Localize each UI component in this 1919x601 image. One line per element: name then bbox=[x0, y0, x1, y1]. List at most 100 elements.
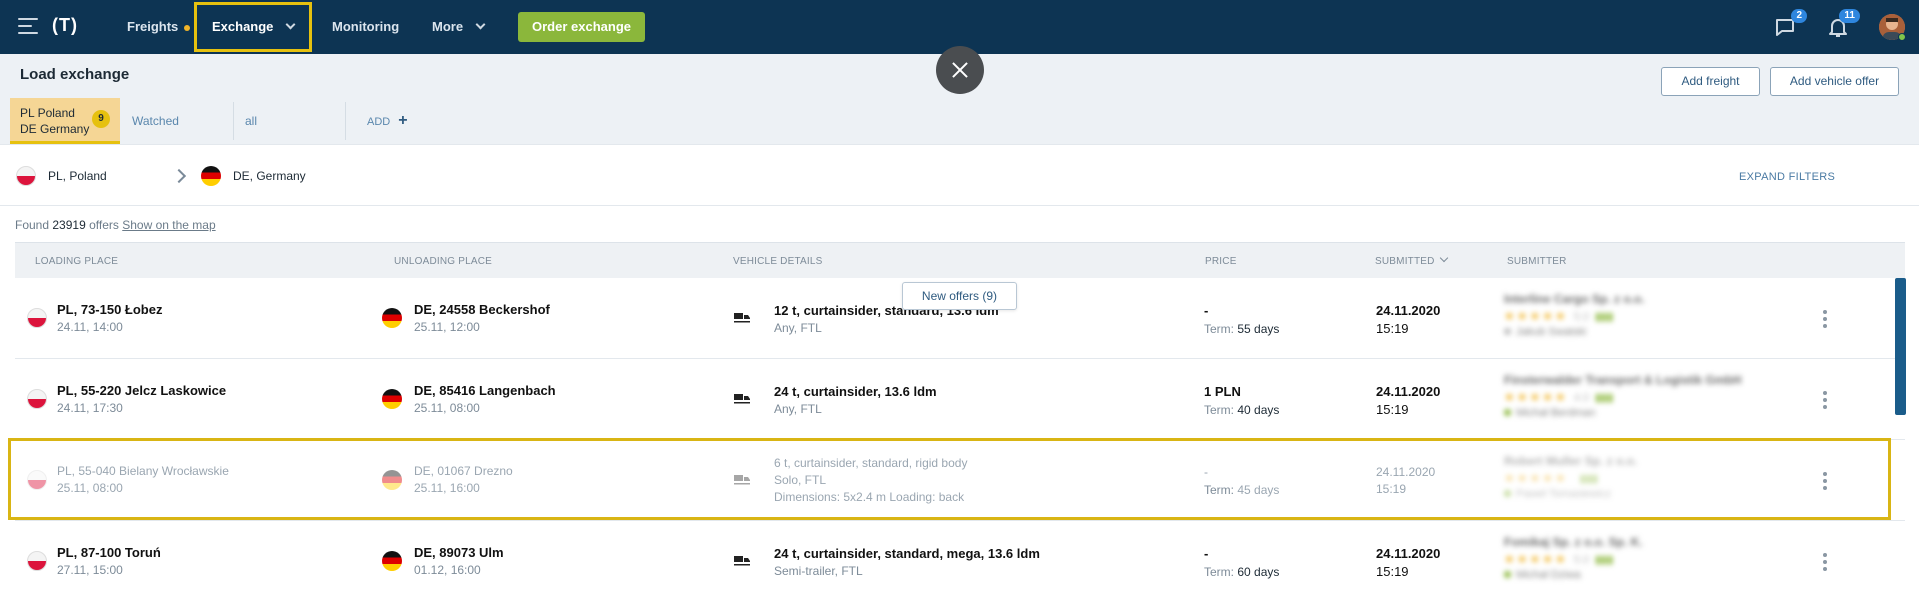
loading-place: PL, 55-220 Jelcz Laskowice bbox=[57, 383, 227, 398]
col-submitted-label: SUBMITTED bbox=[1375, 256, 1435, 267]
loading-date: 24.11, 14:00 bbox=[57, 320, 123, 334]
close-icon[interactable] bbox=[936, 46, 984, 94]
germany-flag-icon bbox=[382, 389, 402, 409]
submitted-date: 24.11.2020 bbox=[1376, 546, 1441, 561]
notification-dot bbox=[184, 24, 191, 31]
tab-pl-de[interactable]: PL Poland DE Germany 9 bbox=[10, 98, 120, 144]
more-vertical-icon[interactable] bbox=[1823, 310, 1827, 328]
show-on-map-link[interactable]: Show on the map bbox=[122, 218, 215, 232]
nav-monitoring[interactable]: Monitoring bbox=[332, 0, 399, 54]
loading-date: 27.11, 15:00 bbox=[57, 563, 123, 577]
tab-all[interactable]: all bbox=[245, 98, 257, 144]
submitter-person-name: Paweł Tomasiewicz bbox=[1516, 488, 1612, 500]
term-value: 55 days bbox=[1237, 322, 1280, 336]
submitter-company: Finsterwalder Transport & Logistik GmbH bbox=[1504, 373, 1742, 387]
loading-place: PL, 87-100 Toruń bbox=[57, 545, 161, 560]
scrollbar[interactable] bbox=[1895, 278, 1906, 415]
results-count: Found 23919 offers Show on the map bbox=[15, 218, 216, 232]
add-freight-button[interactable]: Add freight bbox=[1661, 67, 1760, 96]
unloading-place: DE, 89073 Ulm bbox=[414, 545, 504, 560]
submitter-person: Michał Dziwa bbox=[1504, 569, 1643, 581]
messages-icon[interactable]: 2 bbox=[1773, 9, 1807, 39]
submitter-info[interactable]: Robert Muller Sp. z o.o. ★★★★★ ▮▮▮ Paweł … bbox=[1504, 454, 1637, 500]
rating-stars: ★★★★★ 4.0 ▮▮▮ bbox=[1504, 390, 1614, 404]
price: - bbox=[1204, 546, 1209, 561]
submitted-time: 15:19 bbox=[1376, 482, 1407, 496]
filter-to[interactable]: DE, Germany bbox=[233, 169, 306, 183]
nav-exchange[interactable]: Exchange bbox=[194, 2, 312, 52]
vehicle-sub: Any, FTL bbox=[774, 321, 822, 335]
found-suffix: offers bbox=[89, 218, 119, 232]
nav-freights[interactable]: Freights bbox=[127, 0, 191, 54]
nav-monitoring-label: Monitoring bbox=[332, 19, 400, 34]
price: 1 PLN bbox=[1204, 384, 1241, 399]
arrow-right-icon bbox=[171, 168, 187, 184]
loading-date: 24.11, 17:30 bbox=[57, 401, 123, 415]
filter-from[interactable]: PL, Poland bbox=[48, 169, 107, 183]
tab-watched[interactable]: Watched bbox=[132, 98, 179, 144]
germany-flag-icon bbox=[201, 166, 221, 186]
submitted-time: 15:19 bbox=[1376, 321, 1409, 336]
nav-more[interactable]: More bbox=[432, 0, 486, 54]
term-value: 40 days bbox=[1237, 403, 1280, 417]
truck-icon bbox=[733, 472, 751, 486]
submitter-company: Robert Muller Sp. z o.o. bbox=[1504, 454, 1638, 468]
term-value: 60 days bbox=[1237, 565, 1280, 579]
found-count: 23919 bbox=[52, 218, 86, 232]
price: - bbox=[1204, 303, 1209, 318]
messages-badge: 2 bbox=[1791, 9, 1807, 23]
more-vertical-icon[interactable] bbox=[1823, 391, 1827, 409]
term-label: Term: bbox=[1204, 483, 1234, 497]
germany-flag-icon bbox=[382, 470, 402, 490]
submitter-info[interactable]: Finsterwalder Transport & Logistik GmbH … bbox=[1504, 373, 1741, 419]
col-vehicle-details: VEHICLE DETAILS bbox=[733, 256, 823, 267]
col-submitted[interactable]: SUBMITTED bbox=[1375, 253, 1448, 267]
menu-icon[interactable] bbox=[18, 18, 38, 34]
rating-stars: ★★★★★ ▮▮▮ bbox=[1504, 471, 1598, 485]
table-row[interactable]: PL, 87-100 Toruń 27.11, 15:00 DE, 89073 … bbox=[15, 521, 1905, 601]
submitter-company: Interline Cargo Sp. z o.o. bbox=[1504, 292, 1645, 306]
payment-term: Term: 55 days bbox=[1204, 322, 1279, 336]
submitter-person: Paweł Tomasiewicz bbox=[1504, 488, 1637, 500]
tab-add[interactable]: ADD + bbox=[367, 98, 408, 144]
add-vehicle-offer-button[interactable]: Add vehicle offer bbox=[1770, 67, 1899, 96]
table-header: LOADING PLACE UNLOADING PLACE VEHICLE DE… bbox=[15, 242, 1905, 278]
notifications-badge: 11 bbox=[1839, 9, 1860, 23]
nav-freights-label: Freights bbox=[127, 19, 179, 34]
submitter-info[interactable]: Fomikaj Sp. z o.o. Sp. K. ★★★★★ 5.0 ▮▮▮ Mi… bbox=[1504, 535, 1643, 581]
bell-icon[interactable]: 11 bbox=[1826, 9, 1860, 39]
route-filter: PL, Poland DE, Germany EXPAND FILTERS bbox=[0, 144, 1919, 206]
germany-flag-icon bbox=[382, 308, 402, 328]
unloading-date: 01.12, 16:00 bbox=[414, 563, 481, 577]
submitter-info[interactable]: Interline Cargo Sp. z o.o. ★★★★★ 5.0 ▮▮▮ J… bbox=[1504, 292, 1645, 338]
submitted-date: 24.11.2020 bbox=[1376, 465, 1436, 479]
logo[interactable]: (T) bbox=[52, 15, 78, 36]
new-offers-button[interactable]: New offers (9) bbox=[902, 282, 1017, 310]
page-title: Load exchange bbox=[20, 66, 130, 83]
submitter-person-name: Jakub Swatski bbox=[1516, 326, 1587, 338]
term-value: 45 days bbox=[1237, 483, 1280, 497]
more-vertical-icon[interactable] bbox=[1823, 472, 1827, 490]
tab-divider bbox=[345, 102, 346, 140]
more-vertical-icon[interactable] bbox=[1823, 553, 1827, 571]
online-status-dot bbox=[1898, 33, 1906, 41]
table-row[interactable]: PL, 55-220 Jelcz Laskowice 24.11, 17:30 … bbox=[15, 359, 1905, 440]
col-submitter: SUBMITTER bbox=[1507, 256, 1567, 267]
term-label: Term: bbox=[1204, 403, 1234, 417]
col-unloading-place: UNLOADING PLACE bbox=[394, 256, 493, 267]
unloading-place: DE, 85416 Langenbach bbox=[414, 383, 556, 398]
nav-more-label: More bbox=[432, 19, 464, 34]
term-label: Term: bbox=[1204, 322, 1234, 336]
expand-filters-link[interactable]: EXPAND FILTERS bbox=[1739, 171, 1835, 183]
order-exchange-button[interactable]: Order exchange bbox=[518, 12, 645, 42]
tab-add-label: ADD bbox=[367, 116, 391, 128]
payment-term: Term: 40 days bbox=[1204, 403, 1279, 417]
table-row[interactable]: PL, 55-040 Bielany Wrocławskie 25.11, 08… bbox=[15, 440, 1905, 521]
submitter-person: Michał Berdman bbox=[1504, 407, 1741, 419]
poland-flag-icon bbox=[27, 308, 47, 328]
loading-place: PL, 55-040 Bielany Wrocławskie bbox=[57, 464, 229, 478]
vehicle-main: 6 t, curtainsider, standard, rigid body bbox=[774, 456, 968, 470]
submitted-date: 24.11.2020 bbox=[1376, 303, 1441, 318]
submitted-date: 24.11.2020 bbox=[1376, 384, 1441, 399]
payment-term: Term: 60 days bbox=[1204, 565, 1279, 579]
